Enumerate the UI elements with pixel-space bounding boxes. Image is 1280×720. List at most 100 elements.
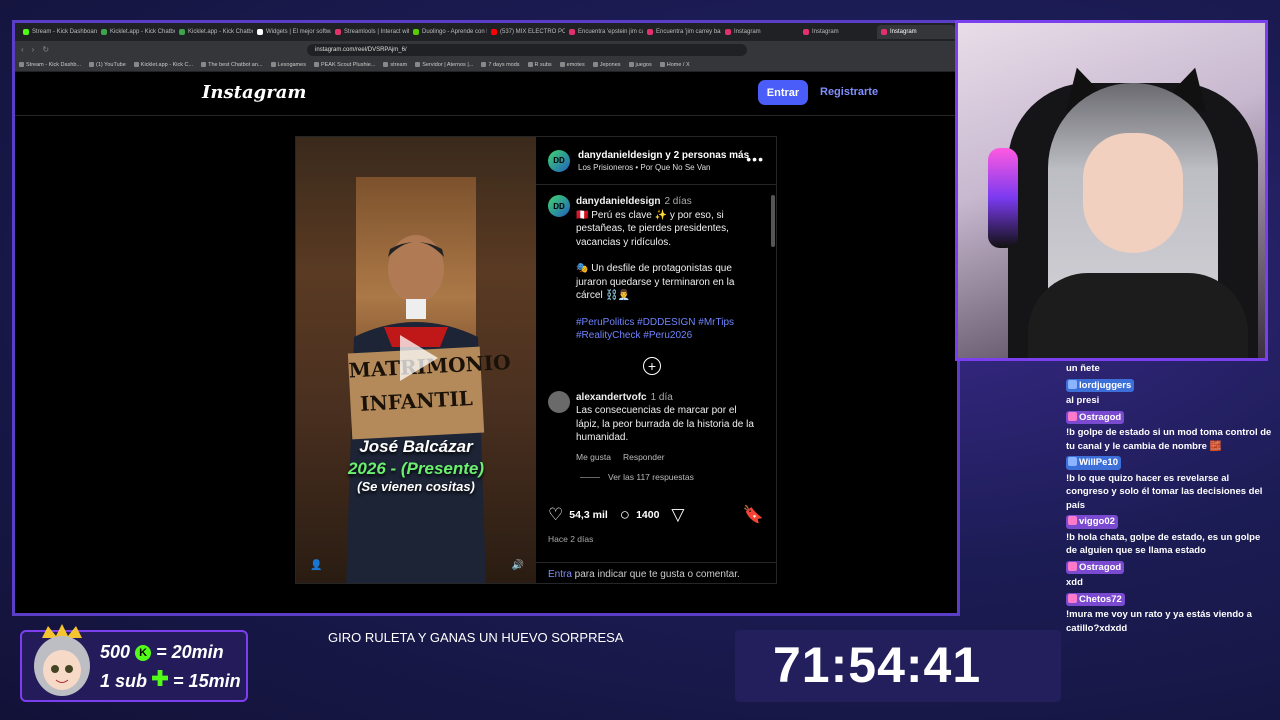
user-icon[interactable]: 👤 — [310, 560, 322, 571]
login-button[interactable]: Entrar — [758, 80, 808, 105]
register-link[interactable]: Registrarte — [820, 86, 878, 98]
post-header: DD danydanieldesign y 2 personas más Los… — [536, 137, 776, 185]
share-icon[interactable]: ▽ — [671, 505, 684, 525]
address-bar-row: ‹ › ↻ instagram.com/reel/DVSRPAjm_6/ — [15, 41, 957, 58]
browser-tab[interactable]: Streamlools | Interact with — [331, 25, 409, 39]
tab-favicon-icon — [335, 29, 341, 35]
bookmark-icon — [89, 62, 95, 67]
tab-favicon-icon — [257, 29, 263, 35]
comment-user[interactable]: alexandertvofc — [576, 392, 647, 403]
bookmark-item[interactable]: emotes — [559, 62, 585, 68]
caption-user[interactable]: danydanieldesign — [576, 196, 660, 207]
subathon-timer: 71:54:41 — [773, 637, 982, 693]
chat-badge-icon — [1068, 561, 1077, 571]
comment-time: 1 día — [650, 391, 673, 403]
bookmark-item[interactable]: Home / X — [659, 61, 690, 68]
bookmark-item[interactable]: Kicklet.app - Kick C... — [133, 62, 193, 68]
bookmark-label: PEAK Scout Plushie... — [320, 61, 376, 68]
comments-scrollbar[interactable] — [770, 189, 776, 501]
browser-tab[interactable]: Encuentra 'epstein jim care — [565, 25, 643, 39]
browser-tab[interactable]: Encuentra 'jim carrey barb — [643, 25, 721, 39]
browser-tab[interactable]: Instagram — [877, 25, 955, 39]
post-date: Hace 2 días — [548, 534, 594, 544]
browser-tab[interactable]: Instagram — [799, 25, 877, 39]
chat-message: viggo02 !b hola chata, golpe de estado, e… — [1066, 515, 1272, 558]
author-avatar[interactable]: DD — [548, 149, 570, 172]
browser-tab[interactable]: Widgets | El mejor software — [253, 25, 331, 39]
browser-tab[interactable]: Duolingo - Aprende con la — [409, 25, 487, 39]
browser-tab[interactable]: Instagram — [721, 25, 799, 39]
browser-window: Stream - Kick Dashboard Kicklet.app - Kic… — [12, 20, 960, 616]
more-options-icon[interactable]: ••• — [746, 151, 764, 167]
post-author[interactable]: danydanieldesign y 2 personas más — [578, 150, 749, 161]
browser-tab[interactable]: Kicklet.app - Kick Chatbot — [175, 25, 253, 39]
view-replies-label: Ver las 117 respuestas — [608, 472, 694, 482]
video-years-text: 2026 - (Presente) — [347, 459, 485, 478]
tab-favicon-icon — [101, 29, 107, 35]
load-more-icon[interactable]: + — [643, 356, 661, 375]
instagram-logo[interactable]: Instagram — [202, 82, 306, 103]
caption-time: 2 días — [664, 196, 692, 207]
bookmark-label: R subs — [534, 61, 552, 68]
caption-hashtags[interactable]: #PeruPolitics #DDDESIGN #MrTips #Reality… — [576, 316, 756, 343]
bookmark-item[interactable]: stream — [383, 62, 407, 68]
comment-like-button[interactable]: Me gusta — [576, 451, 611, 465]
forward-icon[interactable]: › — [32, 45, 35, 54]
bookmark-icon — [270, 62, 276, 67]
bookmark-item[interactable]: Jepones — [592, 62, 621, 68]
login-link[interactable]: Entra — [548, 569, 572, 580]
bookmark-item[interactable]: The best Chatbot an... — [201, 62, 263, 68]
post-actions: ♡ 54,3 mil ○ 1400 ▽ 🔖 — [548, 505, 764, 525]
chat-username[interactable]: Ostragod — [1066, 560, 1125, 574]
comments-list: DD danydanieldesign 2 días 🇵🇪 Perú es cla… — [536, 189, 768, 499]
tab-label: Duolingo - Aprende con la — [422, 29, 487, 35]
bookmark-label: Home / X — [666, 61, 690, 68]
chat-username[interactable]: lordjuggers — [1066, 378, 1135, 392]
bookmark-item[interactable]: (1) YouTube — [89, 62, 126, 68]
chibi-avatar — [34, 624, 90, 696]
browser-tab[interactable]: Kicklet.app - Kick Chatbot — [97, 25, 175, 39]
chat-badge-icon — [1068, 516, 1077, 525]
bookmark-item[interactable]: 7 days mods — [481, 62, 520, 68]
post-song[interactable]: Los Prisioneros • Por Que No Se Van — [578, 163, 749, 172]
stream-chat: un ñete lordjuggers al presi Ostragod !b gol… — [1066, 362, 1272, 692]
bookmark-label: stream — [390, 61, 408, 68]
login-prompt: Entra para indicar que te gusta o coment… — [536, 562, 776, 586]
bookmark-icon — [527, 62, 533, 67]
bookmark-item[interactable]: R subs — [527, 61, 552, 68]
comment-avatar[interactable] — [548, 390, 570, 413]
bookmark-item[interactable]: juegos — [628, 62, 652, 68]
comment-reply-button[interactable]: Responder — [623, 451, 665, 465]
bookmark-icon — [481, 62, 487, 67]
bookmark-item[interactable]: PEAK Scout Plushie... — [313, 61, 376, 68]
reel-post: MATRIMONIO INFANTIL José Balcázar 2026 -… — [295, 136, 777, 584]
heart-icon[interactable]: ♡ — [548, 505, 563, 525]
tab-favicon-icon — [179, 29, 185, 35]
bookmark-item[interactable]: Stream - Kick Dashb... — [19, 62, 81, 68]
browser-tab[interactable]: (537) MIX ELECTRO POP — [487, 25, 565, 39]
volume-icon[interactable]: 🔊 — [512, 560, 524, 571]
url-input[interactable]: instagram.com/reel/DVSRPAjm_6/ — [307, 43, 748, 56]
browser-tab[interactable]: Stream - Kick Dashboard — [19, 25, 97, 39]
chat-text: !mura me voy un rato y ya estás viendo a… — [1066, 609, 1252, 634]
reel-video[interactable]: MATRIMONIO INFANTIL José Balcázar 2026 -… — [296, 137, 536, 583]
reload-icon[interactable]: ↻ — [42, 45, 49, 54]
gift-icon — [152, 670, 169, 686]
bookmark-item[interactable]: Servidor | Aternos |... — [415, 62, 473, 68]
play-icon[interactable] — [400, 335, 438, 381]
tab-label: Kicklet.app - Kick Chatbot — [110, 29, 175, 35]
chat-text: !b lo que quizo hacer es revelarse al co… — [1066, 472, 1263, 511]
chat-username[interactable]: Chetos72 — [1066, 592, 1125, 606]
chat-username[interactable]: viggo02 — [1066, 515, 1118, 529]
caption-avatar[interactable]: DD — [548, 195, 570, 217]
bookmark-item[interactable]: Lexogames — [270, 62, 306, 68]
back-icon[interactable]: ‹ — [21, 45, 24, 54]
chat-username[interactable]: Ostragod — [1066, 410, 1125, 424]
chat-username[interactable]: WillPe10 — [1066, 456, 1121, 470]
comment-icon[interactable]: ○ — [620, 505, 630, 525]
tab-label: Kicklet.app - Kick Chatbot — [188, 29, 253, 35]
view-replies-button[interactable]: Ver las 117 respuestas — [536, 472, 768, 482]
bookmark-icon — [19, 62, 24, 67]
bookmark-icon[interactable]: 🔖 — [743, 505, 764, 525]
tab-label: Streamlools | Interact with — [344, 29, 409, 35]
